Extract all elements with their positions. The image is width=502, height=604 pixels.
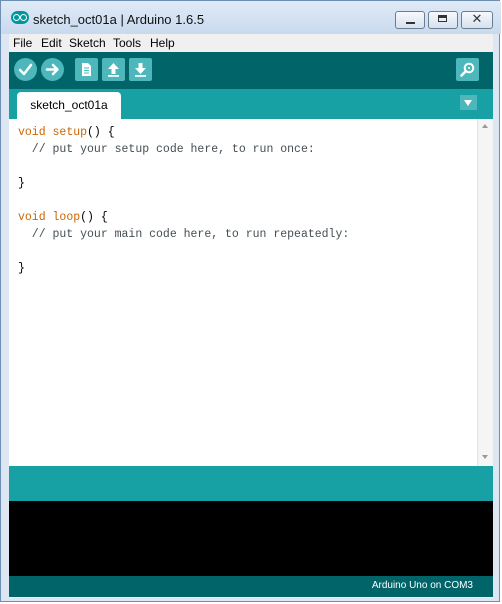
arrow-down-icon — [135, 63, 146, 77]
message-area — [9, 466, 493, 501]
code-text[interactable]: void setup() { // put your setup code he… — [18, 124, 349, 277]
status-bar: Arduino Uno on COM3 — [9, 576, 493, 597]
code-editor[interactable]: void setup() { // put your setup code he… — [9, 119, 493, 466]
console-output[interactable] — [9, 501, 493, 576]
code-keyword: void — [18, 126, 46, 139]
close-button[interactable]: ✕ — [461, 11, 493, 29]
arduino-logo-icon — [11, 11, 29, 24]
tab-bar: sketch_oct01a — [9, 89, 493, 119]
serial-monitor-button[interactable] — [456, 58, 479, 81]
code-comment: // put your main code here, to run repea… — [18, 228, 350, 241]
client-area: File Edit Sketch Tools Help sketch_oct01… — [9, 34, 493, 598]
code-text-span: } — [18, 177, 25, 190]
menu-file[interactable]: File — [13, 36, 32, 50]
arrow-right-icon — [45, 63, 59, 76]
verify-button[interactable] — [14, 58, 37, 81]
upload-button[interactable] — [41, 58, 64, 81]
code-keyword: void — [18, 211, 46, 224]
minimize-button[interactable] — [395, 11, 425, 29]
window-title: sketch_oct01a | Arduino 1.6.5 — [33, 12, 205, 27]
app-window: sketch_oct01a | Arduino 1.6.5 ✕ File Edi… — [0, 0, 501, 602]
save-button[interactable] — [129, 58, 152, 81]
open-button[interactable] — [102, 58, 125, 81]
tab-sketch-oct01a[interactable]: sketch_oct01a — [17, 92, 121, 119]
menu-tools[interactable]: Tools — [113, 36, 141, 50]
menu-edit[interactable]: Edit — [41, 36, 62, 50]
new-button[interactable] — [75, 58, 98, 81]
code-function: loop — [52, 211, 81, 224]
document-icon — [82, 63, 91, 76]
code-text-span: () { — [80, 211, 108, 224]
close-icon: ✕ — [471, 11, 483, 26]
scroll-down-icon[interactable] — [482, 455, 488, 459]
check-icon — [18, 63, 33, 76]
code-function: setup — [52, 126, 88, 139]
board-port-label: Arduino Uno on COM3 — [371, 580, 473, 591]
menu-bar: File Edit Sketch Tools Help — [9, 34, 493, 52]
tab-menu-button[interactable] — [460, 95, 477, 110]
menu-help[interactable]: Help — [150, 36, 175, 50]
title-bar[interactable]: sketch_oct01a | Arduino 1.6.5 ✕ — [1, 1, 501, 34]
code-text-span: () { — [87, 126, 115, 139]
menu-sketch[interactable]: Sketch — [69, 36, 106, 50]
magnifier-icon — [460, 62, 475, 77]
editor-scrollbar[interactable] — [477, 119, 493, 466]
toolbar — [9, 52, 493, 89]
code-text-span: } — [18, 262, 25, 275]
arrow-up-icon — [108, 63, 119, 77]
scroll-up-icon[interactable] — [482, 124, 488, 128]
code-comment: // put your setup code here, to run once… — [18, 143, 315, 156]
maximize-button[interactable] — [428, 11, 458, 29]
